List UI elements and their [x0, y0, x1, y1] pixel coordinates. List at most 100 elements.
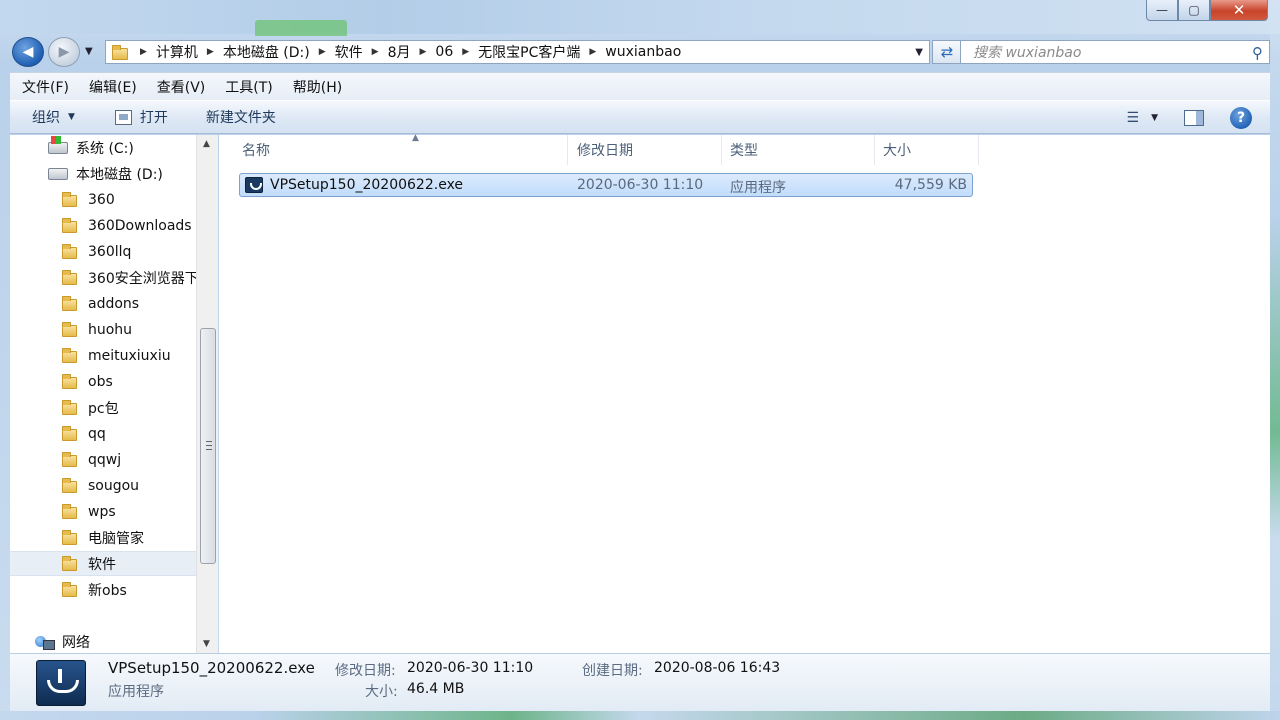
tree-item-meituxiuxiu[interactable]: meituxiuxiu — [10, 343, 196, 368]
organize-label: 组织 — [32, 110, 60, 126]
tree-item-360llq[interactable]: 360llq — [10, 239, 196, 264]
forward-button[interactable]: ▶ — [48, 37, 80, 67]
back-button[interactable]: ◀ — [12, 37, 44, 67]
folder-icon — [62, 373, 80, 389]
search-input[interactable]: 搜索 wuxianbao ⚲ — [960, 40, 1270, 64]
tree-item-label: 360Downloads — [88, 217, 192, 234]
tree-item-label: obs — [88, 373, 113, 390]
tree-item-huohu[interactable]: huohu — [10, 317, 196, 342]
address-row: ◀ ▶ ▼ ▶ 计算机 ▶ 本地磁盘 (D:) ▶ 软件 ▶ 8月 ▶ 06 ▶… — [10, 36, 1270, 68]
chevron-right-icon[interactable]: ▶ — [140, 47, 147, 57]
tree-item-label: qq — [88, 425, 106, 442]
column-type-label: 类型 — [730, 143, 758, 159]
tree-item-360-browser-downloads[interactable]: 360安全浏览器下 — [10, 265, 196, 290]
breadcrumb-drive-d[interactable]: 本地磁盘 (D:) — [223, 42, 310, 62]
menu-edit[interactable]: 编辑(E) — [89, 77, 137, 97]
tree-item-label: qqwj — [88, 451, 122, 468]
title-bar — [0, 0, 1280, 36]
tree-item-new-obs[interactable]: 新obs — [10, 577, 196, 602]
chevron-right-icon[interactable]: ▶ — [372, 47, 379, 57]
refresh-button[interactable]: ⇄ — [932, 40, 962, 64]
tree-item-software[interactable]: 软件 — [10, 551, 196, 576]
chevron-right-icon[interactable]: ▶ — [462, 47, 469, 57]
column-header-type[interactable]: 类型 — [722, 135, 875, 165]
chevron-down-icon: ▼ — [68, 112, 75, 122]
window-bottom-edge — [0, 711, 1280, 720]
folder-icon — [62, 269, 80, 285]
chevron-right-icon[interactable]: ▶ — [319, 47, 326, 57]
background-tab-ghost — [255, 20, 347, 36]
tree-item-network[interactable]: 网络 — [10, 629, 196, 654]
details-size-value: 46.4 MB — [407, 681, 465, 697]
chevron-right-icon[interactable]: ▶ — [589, 47, 596, 57]
window-controls: — ▢ ✕ — [1146, 0, 1268, 22]
tree-item-drive-d[interactable]: 本地磁盘 (D:) — [10, 161, 196, 186]
breadcrumb-wuxianbao[interactable]: wuxianbao — [605, 44, 681, 60]
search-icon[interactable]: ⚲ — [1252, 44, 1263, 62]
view-options-dropdown[interactable]: ▼ — [1151, 113, 1158, 123]
menu-file[interactable]: 文件(F) — [22, 77, 69, 97]
details-file-type: 应用程序 — [108, 684, 164, 700]
breadcrumb-06[interactable]: 06 — [435, 44, 453, 60]
maximize-button[interactable]: ▢ — [1178, 0, 1210, 21]
breadcrumb-august[interactable]: 8月 — [388, 42, 411, 62]
column-header-modified[interactable]: 修改日期 — [569, 135, 722, 165]
organize-button[interactable]: 组织 ▼ — [32, 107, 75, 127]
sort-ascending-icon: ▲ — [412, 133, 419, 143]
folder-icon — [62, 243, 80, 259]
folder-icon — [62, 321, 80, 337]
tree-item-360[interactable]: 360 — [10, 187, 196, 212]
file-type: 应用程序 — [730, 180, 786, 196]
navigation-scrollbar[interactable]: ▲ ▼ — [196, 135, 218, 653]
minimize-button[interactable]: — — [1146, 0, 1178, 21]
open-button[interactable]: 打开 — [114, 107, 168, 127]
tree-item-label: sougou — [88, 477, 140, 494]
scrollbar-thumb[interactable] — [200, 328, 216, 564]
breadcrumb-wuxianbao-client[interactable]: 无限宝PC客户端 — [478, 42, 580, 62]
tree-item-wps[interactable]: wps — [10, 499, 196, 524]
refresh-icon: ⇄ — [940, 43, 954, 61]
change-view-icon[interactable]: ☰ — [1127, 110, 1140, 126]
address-history-dropdown[interactable]: ▼ — [915, 47, 923, 58]
tree-item-drive-c[interactable]: 系统 (C:) — [10, 135, 196, 160]
tree-item-label: 新obs — [88, 582, 127, 599]
column-header-size[interactable]: 大小 — [875, 135, 979, 165]
scroll-down-arrow-icon[interactable]: ▼ — [203, 639, 210, 649]
help-icon[interactable]: ? — [1230, 107, 1252, 129]
tree-item-addons[interactable]: addons — [10, 291, 196, 316]
file-row[interactable]: VPSetup150_20200622.exe 2020-06-30 11:10… — [239, 173, 973, 197]
menu-tools[interactable]: 工具(T) — [225, 77, 272, 97]
tree-item-360downloads[interactable]: 360Downloads — [10, 213, 196, 238]
new-folder-button[interactable]: 新建文件夹 — [206, 107, 276, 127]
tree-item-qqwj[interactable]: qqwj — [10, 447, 196, 472]
chevron-right-icon[interactable]: ▶ — [419, 47, 426, 57]
tree-item-qq[interactable]: qq — [10, 421, 196, 446]
search-placeholder: 搜索 wuxianbao — [973, 45, 1082, 61]
recent-pages-dropdown[interactable]: ▼ — [85, 46, 93, 57]
scroll-up-arrow-icon[interactable]: ▲ — [203, 139, 210, 149]
folder-icon — [62, 555, 80, 571]
tree-item-pc-package[interactable]: pc包 — [10, 395, 196, 420]
address-bar[interactable]: ▶ 计算机 ▶ 本地磁盘 (D:) ▶ 软件 ▶ 8月 ▶ 06 ▶ 无限宝PC… — [105, 40, 930, 64]
tree-item-sougou[interactable]: sougou — [10, 473, 196, 498]
column-header-name[interactable]: 名称 ▲ — [234, 133, 568, 165]
breadcrumb-computer[interactable]: 计算机 — [156, 42, 198, 62]
tree-item-label: 本地磁盘 (D:) — [76, 166, 163, 183]
preview-pane-icon[interactable] — [1184, 110, 1204, 126]
folder-icon — [62, 581, 80, 597]
menu-view[interactable]: 查看(V) — [157, 77, 206, 97]
close-button[interactable]: ✕ — [1210, 0, 1268, 21]
menu-help[interactable]: 帮助(H) — [293, 77, 342, 97]
folder-icon — [62, 425, 80, 441]
open-icon — [114, 109, 132, 125]
tree-item-obs[interactable]: obs — [10, 369, 196, 394]
new-folder-label: 新建文件夹 — [205, 110, 276, 126]
tree-item-pc-manager[interactable]: 电脑管家 — [10, 525, 196, 550]
tree-item-label: meituxiuxiu — [88, 347, 171, 364]
details-modified-value: 2020-06-30 11:10 — [407, 660, 534, 676]
installer-app-icon — [36, 660, 86, 706]
folder-icon — [112, 44, 134, 60]
chevron-right-icon[interactable]: ▶ — [207, 47, 214, 57]
breadcrumb-software[interactable]: 软件 — [335, 42, 363, 62]
details-modified-label: 修改日期: — [335, 663, 396, 679]
